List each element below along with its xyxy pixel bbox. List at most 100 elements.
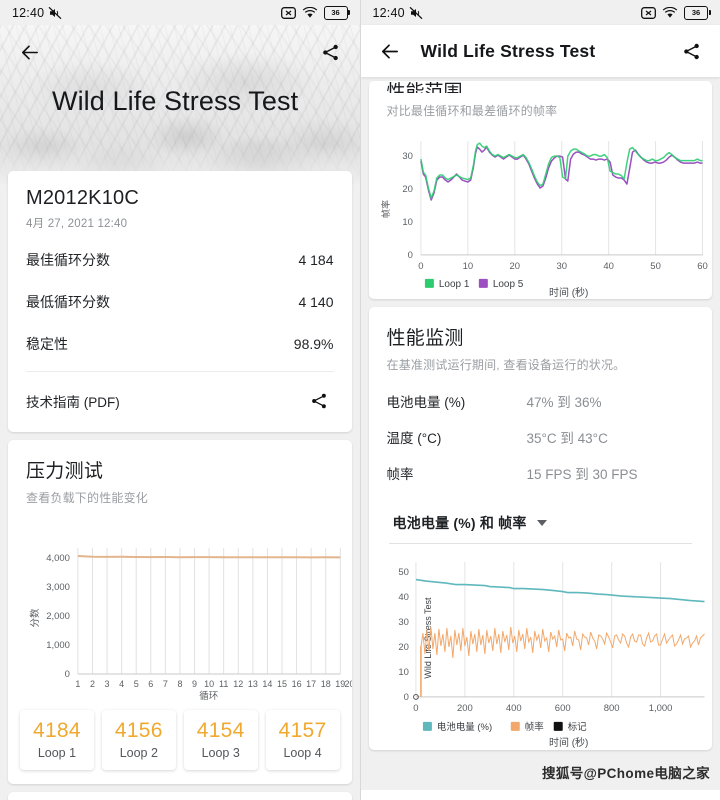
svg-text:10: 10 xyxy=(402,217,413,228)
loop-score: 4154 xyxy=(196,719,245,742)
battery-icon: 36 xyxy=(323,5,350,20)
best-loop-score-value: 4 184 xyxy=(298,252,334,268)
share-icon[interactable] xyxy=(304,386,334,416)
svg-text:2,000: 2,000 xyxy=(46,611,70,622)
svg-text:40: 40 xyxy=(603,261,614,272)
temperature-value: 35°C 到 43°C xyxy=(526,431,608,446)
table-row: 最佳循环分数 4 184 xyxy=(26,239,334,281)
right-scroll-area: 性能范围 对比最佳循环和最差循环的帧率 30 20 10 0 帧率 0 10 2… xyxy=(361,81,720,750)
svg-text:14: 14 xyxy=(262,679,272,689)
svg-text:30: 30 xyxy=(398,617,409,628)
svg-text:电池电量 (%): 电池电量 (%) xyxy=(436,721,491,733)
svg-text:50: 50 xyxy=(650,261,661,272)
svg-text:8: 8 xyxy=(177,679,182,689)
page-title: Wild Life Stress Test xyxy=(52,86,299,116)
table-row: 温度 (°C) 35°C 到 43°C xyxy=(387,419,695,455)
performance-range-card: 性能范围 对比最佳循环和最差循环的帧率 30 20 10 0 帧率 0 10 2… xyxy=(368,81,713,299)
stability-label: 稳定性 xyxy=(26,336,68,352)
loop-label: Loop 2 xyxy=(119,746,158,760)
svg-text:30: 30 xyxy=(556,261,567,272)
svg-text:0: 0 xyxy=(413,703,418,714)
mute-icon xyxy=(48,6,62,20)
app-bar-title: Wild Life Stress Test xyxy=(420,40,596,61)
svg-text:400: 400 xyxy=(505,703,521,714)
mute-icon xyxy=(409,6,423,20)
left-phone-screen: 12:40 36 Wild Life Stress Test M2012K10C… xyxy=(0,0,361,800)
status-bar-left: 12:40 36 xyxy=(0,0,360,25)
svg-text:Loop 1: Loop 1 xyxy=(438,279,469,290)
dual-screenshot-container: 12:40 36 Wild Life Stress Test M2012K10C… xyxy=(0,0,720,800)
battery-level-text: 36 xyxy=(331,7,340,17)
chart-x-ticks: 0 200 400 600 800 1,000 xyxy=(413,703,672,714)
svg-text:0: 0 xyxy=(418,261,423,272)
table-row: 稳定性 98.9% xyxy=(26,323,334,365)
svg-text:0: 0 xyxy=(65,669,70,680)
chart-gridlines xyxy=(414,562,661,697)
chart-legend: 电池电量 (%) 帧率 标记 xyxy=(422,721,587,733)
svg-text:7: 7 xyxy=(163,679,168,689)
loop-score: 4184 xyxy=(32,719,81,742)
next-card-peek xyxy=(8,792,352,800)
list-item[interactable]: 4184 Loop 1 xyxy=(20,710,94,770)
share-icon[interactable] xyxy=(316,37,346,67)
battery-level-label: 电池电量 (%) xyxy=(386,395,466,410)
table-row: 帧率 15 FPS 到 30 FPS xyxy=(387,455,695,491)
svg-text:50: 50 xyxy=(398,567,409,578)
left-scroll-area: M2012K10C 4月 27, 2021 12:40 最佳循环分数 4 184… xyxy=(0,171,360,800)
svg-text:20: 20 xyxy=(345,679,352,689)
list-item[interactable]: 4154 Loop 3 xyxy=(183,710,258,770)
stress-test-chart: 4,000 3,000 2,000 1,000 0 分数 1 2 3 4 5 6… xyxy=(8,510,352,700)
table-row: 电池电量 (%) 47% 到 36% xyxy=(387,383,695,419)
performance-range-subtitle: 对比最佳循环和最差循环的帧率 xyxy=(386,104,558,118)
technical-guide-row[interactable]: 技术指南 (PDF) xyxy=(26,372,334,418)
hero-banner: Wild Life Stress Test xyxy=(0,25,360,185)
svg-text:600: 600 xyxy=(554,703,570,714)
performance-monitor-chart: 50 40 30 20 10 0 Wild Life Stress Test 0… xyxy=(369,550,713,750)
table-row: 最低循环分数 4 140 xyxy=(26,281,334,323)
summary-card: M2012K10C 4月 27, 2021 12:40 最佳循环分数 4 184… xyxy=(8,171,352,432)
svg-text:16: 16 xyxy=(292,679,302,689)
svg-text:帧率: 帧率 xyxy=(379,200,390,218)
chevron-down-icon[interactable] xyxy=(536,520,547,526)
svg-text:20: 20 xyxy=(402,184,413,195)
svg-text:800: 800 xyxy=(603,703,619,714)
loop-label: Loop 1 xyxy=(37,746,77,760)
nfc-off-icon xyxy=(641,6,656,19)
wifi-icon xyxy=(662,6,678,19)
temperature-label: 温度 (°C) xyxy=(386,431,442,446)
status-bar-right: 12:40 36 xyxy=(361,0,720,25)
battery-level-value: 47% 到 36% xyxy=(526,395,602,410)
device-name: M2012K10C xyxy=(26,187,139,209)
loop-score: 4156 xyxy=(114,719,163,742)
back-arrow-icon[interactable] xyxy=(14,37,44,67)
battery-level-text: 36 xyxy=(691,7,701,17)
chart-y-ticks: 30 20 10 0 xyxy=(402,151,413,261)
lowest-loop-score-value: 4 140 xyxy=(298,294,334,310)
back-arrow-icon[interactable] xyxy=(375,36,405,66)
svg-text:200: 200 xyxy=(456,703,472,714)
svg-text:10: 10 xyxy=(204,679,214,689)
svg-text:13: 13 xyxy=(248,679,258,689)
technical-guide-label: 技术指南 (PDF) xyxy=(26,395,120,410)
svg-text:3: 3 xyxy=(105,679,110,689)
svg-text:分数: 分数 xyxy=(29,608,41,627)
chart-y-ticks: 50 40 30 20 10 0 xyxy=(398,567,409,703)
performance-range-chart: 30 20 10 0 帧率 0 10 20 30 40 50 60 Loop 1… xyxy=(369,119,713,299)
run-date: 4月 27, 2021 12:40 xyxy=(26,218,128,230)
chart-gridlines xyxy=(419,141,703,255)
list-item[interactable]: 4157 Loop 4 xyxy=(265,710,340,770)
metric-select[interactable]: 电池电量 (%) 和 帧率 xyxy=(388,507,692,544)
chart-gridlines xyxy=(77,548,341,674)
share-icon[interactable] xyxy=(676,36,706,66)
svg-text:5: 5 xyxy=(134,679,139,689)
svg-text:6: 6 xyxy=(148,679,153,689)
performance-monitor-title: 性能监测 xyxy=(386,328,464,349)
right-phone-screen: 12:40 36 Wild Life Stress Test 性能范围 对比最佳… xyxy=(360,0,720,800)
bottom-strip xyxy=(360,790,720,800)
framerate-value: 15 FPS 到 30 FPS xyxy=(526,467,638,482)
lowest-loop-score-label: 最低循环分数 xyxy=(26,294,110,310)
list-item[interactable]: 4156 Loop 2 xyxy=(101,710,176,770)
performance-range-title: 性能范围 xyxy=(386,82,463,93)
stability-value: 98.9% xyxy=(293,336,334,352)
framerate-label: 帧率 xyxy=(386,467,414,482)
